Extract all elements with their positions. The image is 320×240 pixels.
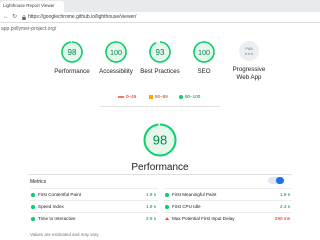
gauge-ring: 100 (105, 41, 127, 63)
legend-pass: 90–100 (185, 94, 201, 99)
pwa-dots-icon (244, 52, 254, 56)
tab-bar: Lighthouse Report Viewer (0, 0, 320, 12)
metric-value: 1.9 s (280, 192, 290, 197)
metric-name: First Meaningful Paint (172, 192, 217, 197)
toggle-knob (276, 177, 284, 184)
gauge-ring: 98 (61, 41, 83, 63)
back-arrow-icon[interactable]: ← (3, 13, 9, 22)
gauge-score: 100 (198, 48, 210, 57)
pass-circle-icon (31, 217, 35, 221)
pass-circle-icon (165, 205, 169, 209)
performance-gauge-large: 98 (143, 123, 177, 157)
pwa-label-line1: Progressive (232, 66, 266, 73)
legend-average: 50–89 (155, 94, 168, 99)
average-square-icon (149, 95, 153, 99)
metric-row: First CPU Idle 2.4 s (164, 200, 292, 212)
metric-name: Max Potential First Input Delay (172, 216, 235, 221)
metric-row: Max Potential First Input Delay 290 ms (164, 212, 292, 224)
metric-name: First CPU Idle (172, 204, 201, 209)
tab-title: Lighthouse Report Viewer (3, 3, 55, 8)
reload-icon[interactable]: ↻ (12, 13, 17, 22)
metric-row: Speed Index 1.9 s (30, 200, 158, 212)
gauge-score: 100 (110, 48, 122, 57)
pass-circle-icon (31, 205, 35, 209)
pass-circle-icon (165, 193, 169, 197)
metric-value: 3.9 s (146, 216, 156, 221)
pwa-label-wrap: Progressive Web App (219, 66, 279, 81)
performance-title: Performance (131, 162, 189, 173)
metrics-footnote: Values are estimated and may vary. (30, 232, 100, 237)
pwa-badge[interactable]: PWA (239, 41, 259, 61)
metrics-view-toggle[interactable] (268, 177, 284, 184)
gauge-ring: 93 (149, 41, 171, 63)
gauge-score: 98 (68, 48, 77, 57)
fail-triangle-icon (165, 217, 169, 220)
fail-triangle-icon (118, 96, 124, 98)
pwa-label-line2: Web App (236, 73, 262, 81)
divider (28, 174, 292, 175)
url-field[interactable]: https://googlechrome.github.io/lighthous… (28, 14, 136, 20)
lock-icon (22, 15, 26, 20)
metrics-header: Metrics (30, 179, 47, 185)
report-page-url: app.pollymer-project.org/ (1, 26, 57, 32)
metric-name: Time to Interactive (38, 216, 76, 221)
pwa-badge-text: PWA (245, 47, 253, 51)
metric-value: 2.4 s (280, 204, 290, 209)
metric-value: 1.9 s (146, 204, 156, 209)
metric-value: 1.9 s (146, 192, 156, 197)
legend-fail: 0–49 (126, 94, 137, 99)
divider (100, 106, 220, 107)
gauge-score: 93 (156, 48, 165, 57)
metric-name: Speed Index (38, 204, 64, 209)
gauge-ring: 100 (193, 41, 215, 63)
pass-circle-icon (179, 95, 183, 99)
metric-value: 290 ms (274, 216, 290, 221)
address-bar: ← ↻ https://googlechrome.github.io/light… (0, 12, 320, 23)
metric-row: First Contentful Paint 1.9 s (30, 188, 158, 200)
metric-name: First Contentful Paint (38, 192, 81, 197)
performance-score-large: 98 (153, 133, 167, 148)
browser-tab[interactable]: Lighthouse Report Viewer (0, 1, 64, 12)
pass-circle-icon (31, 193, 35, 197)
metric-row: First Meaningful Paint 1.9 s (164, 188, 292, 200)
metric-row: Time to Interactive 3.9 s (30, 212, 158, 224)
